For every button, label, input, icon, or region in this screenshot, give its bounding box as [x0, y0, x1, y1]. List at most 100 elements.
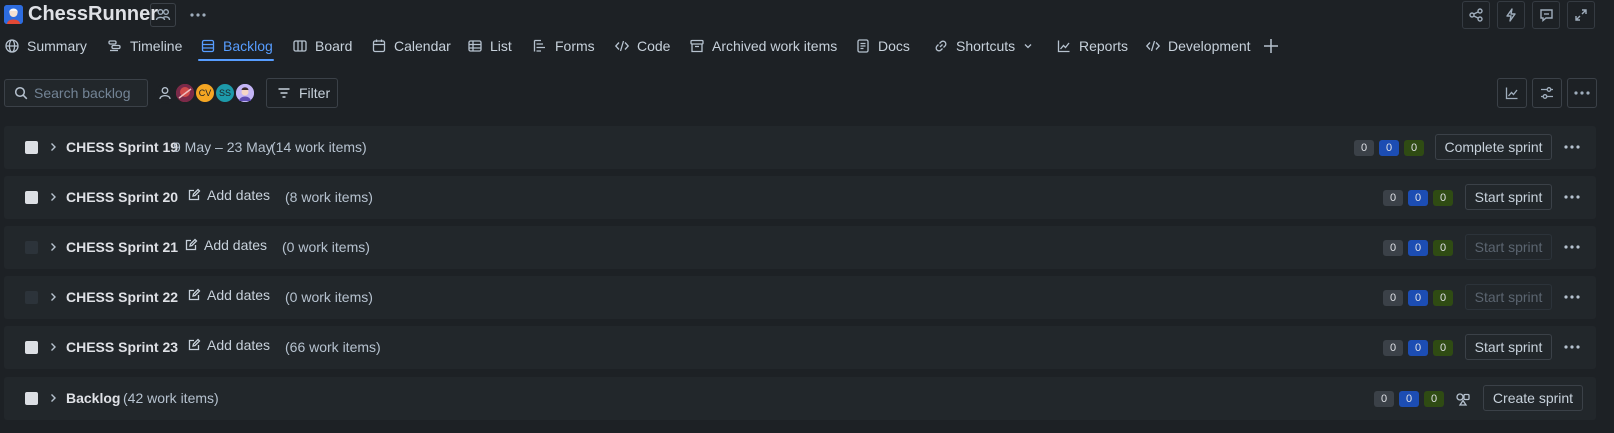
- sprint-work-item-count: (14 work items): [271, 139, 367, 155]
- done-count-badge: 0: [1404, 140, 1424, 156]
- active-tab-indicator: [198, 59, 274, 61]
- sprint-work-item-count: (0 work items): [282, 239, 370, 255]
- tab-label: Summary: [27, 38, 87, 54]
- chevron-right-icon[interactable]: [47, 392, 59, 404]
- avatar[interactable]: SS: [214, 82, 236, 104]
- edit-icon: [188, 338, 201, 351]
- sprint-checkbox[interactable]: [25, 191, 38, 204]
- sprint-checkbox[interactable]: [25, 241, 38, 254]
- sprint-more-button[interactable]: [1561, 336, 1583, 358]
- sprint-name[interactable]: CHESS Sprint 21: [66, 239, 178, 255]
- sprint-more-button[interactable]: [1561, 186, 1583, 208]
- complete-sprint-button[interactable]: Complete sprint: [1435, 134, 1552, 160]
- more-icon: [1564, 195, 1580, 199]
- search-input[interactable]: [34, 85, 144, 101]
- archive-icon: [690, 39, 704, 53]
- chevron-right-icon[interactable]: [47, 241, 59, 253]
- add-dates-button[interactable]: Add dates: [187, 287, 270, 303]
- filter-button[interactable]: Filter: [266, 78, 338, 108]
- tab-code[interactable]: Code: [614, 32, 670, 60]
- add-tab-button[interactable]: [1262, 37, 1280, 55]
- sprint-checkbox[interactable]: [25, 341, 38, 354]
- more-icon: [1574, 91, 1590, 95]
- sprint-checkbox[interactable]: [25, 291, 38, 304]
- tab-archived-work-items[interactable]: Archived work items: [689, 32, 837, 60]
- calendar-icon: [372, 39, 386, 53]
- view-settings-button[interactable]: [1532, 78, 1562, 108]
- tab-reports[interactable]: Reports: [1056, 32, 1128, 60]
- more-icon: [1564, 345, 1580, 349]
- sprint-name[interactable]: CHESS Sprint 19: [66, 139, 178, 155]
- done-count-badge: 0: [1433, 340, 1453, 356]
- sprint-checkbox[interactable]: [25, 141, 38, 154]
- project-tabs: Summary Timeline Backlog Board Calendar …: [0, 32, 1614, 62]
- in-progress-count-badge: 0: [1408, 340, 1428, 356]
- tab-label: Backlog: [223, 38, 273, 54]
- sprint-row: CHESS Sprint 23 Add dates (66 work items…: [4, 326, 1596, 369]
- backlog-name[interactable]: Backlog: [66, 390, 120, 406]
- tab-label: Archived work items: [712, 38, 838, 54]
- team-button[interactable]: [150, 3, 176, 27]
- avatar[interactable]: [234, 82, 256, 104]
- insights-button[interactable]: [1497, 78, 1527, 108]
- sprint-more-button[interactable]: [1561, 236, 1583, 258]
- share-button[interactable]: [1462, 1, 1490, 29]
- search-field[interactable]: [4, 79, 148, 107]
- automation-button[interactable]: [1497, 1, 1525, 29]
- share-icon: [1469, 8, 1483, 22]
- tab-label: Reports: [1079, 38, 1129, 54]
- sprint-work-item-count: (8 work items): [285, 189, 373, 205]
- sprint-name[interactable]: CHESS Sprint 20: [66, 189, 178, 205]
- top-bar: ChessRunner: [0, 0, 1614, 30]
- in-progress-count-badge: 0: [1379, 140, 1399, 156]
- chart-icon: [1057, 40, 1070, 53]
- in-progress-count-badge: 0: [1408, 240, 1428, 256]
- add-dates-button[interactable]: Add dates: [187, 187, 270, 203]
- fullscreen-button[interactable]: [1567, 1, 1595, 29]
- sprint-more-button[interactable]: [1561, 136, 1583, 158]
- tab-calendar[interactable]: Calendar: [371, 32, 451, 60]
- avatar[interactable]: [174, 82, 196, 104]
- tab-development[interactable]: Development: [1145, 32, 1251, 60]
- more-icon: [1564, 145, 1580, 149]
- feedback-button[interactable]: [1532, 1, 1560, 29]
- chevron-right-icon[interactable]: [47, 191, 59, 203]
- tab-label: Code: [637, 38, 671, 54]
- avatar[interactable]: CV: [194, 82, 216, 104]
- sprint-more-button[interactable]: [1561, 286, 1583, 308]
- search-icon: [14, 86, 28, 100]
- add-dates-button[interactable]: Add dates: [184, 237, 267, 253]
- create-sprint-button[interactable]: Create sprint: [1483, 385, 1583, 411]
- tab-shortcuts[interactable]: Shortcuts: [933, 32, 1034, 60]
- backlog-checkbox[interactable]: [25, 392, 38, 405]
- project-more-button[interactable]: [186, 3, 210, 27]
- start-sprint-button[interactable]: Start sprint: [1465, 184, 1552, 210]
- chevron-right-icon[interactable]: [47, 291, 59, 303]
- sprint-name[interactable]: CHESS Sprint 23: [66, 339, 178, 355]
- backlog-work-item-count: (42 work items): [123, 390, 219, 406]
- tab-forms[interactable]: Forms: [532, 32, 595, 60]
- tab-timeline[interactable]: Timeline: [107, 32, 182, 60]
- tab-summary[interactable]: Summary: [4, 32, 87, 60]
- project-avatar[interactable]: [4, 5, 23, 24]
- lightning-icon: [1506, 8, 1516, 22]
- tab-label: Board: [315, 38, 353, 54]
- start-sprint-button[interactable]: Start sprint: [1465, 334, 1552, 360]
- tab-board[interactable]: Board: [292, 32, 352, 60]
- chevron-right-icon[interactable]: [47, 341, 59, 353]
- tab-backlog[interactable]: Backlog: [200, 32, 273, 60]
- chevron-down-icon: [1024, 44, 1032, 49]
- tab-docs[interactable]: Docs: [855, 32, 910, 60]
- estimation-button[interactable]: [1452, 388, 1474, 410]
- in-progress-count-badge: 0: [1399, 391, 1419, 407]
- add-dates-button[interactable]: Add dates: [187, 337, 270, 353]
- chevron-right-icon[interactable]: [47, 141, 59, 153]
- code-icon: [614, 40, 630, 52]
- sprint-name[interactable]: CHESS Sprint 22: [66, 289, 178, 305]
- backlog-more-button[interactable]: [1567, 78, 1597, 108]
- edit-icon: [188, 288, 201, 301]
- sliders-icon: [1541, 87, 1553, 99]
- tab-label: Timeline: [130, 38, 183, 54]
- avatar-unassigned[interactable]: [154, 82, 176, 104]
- tab-list[interactable]: List: [467, 32, 512, 60]
